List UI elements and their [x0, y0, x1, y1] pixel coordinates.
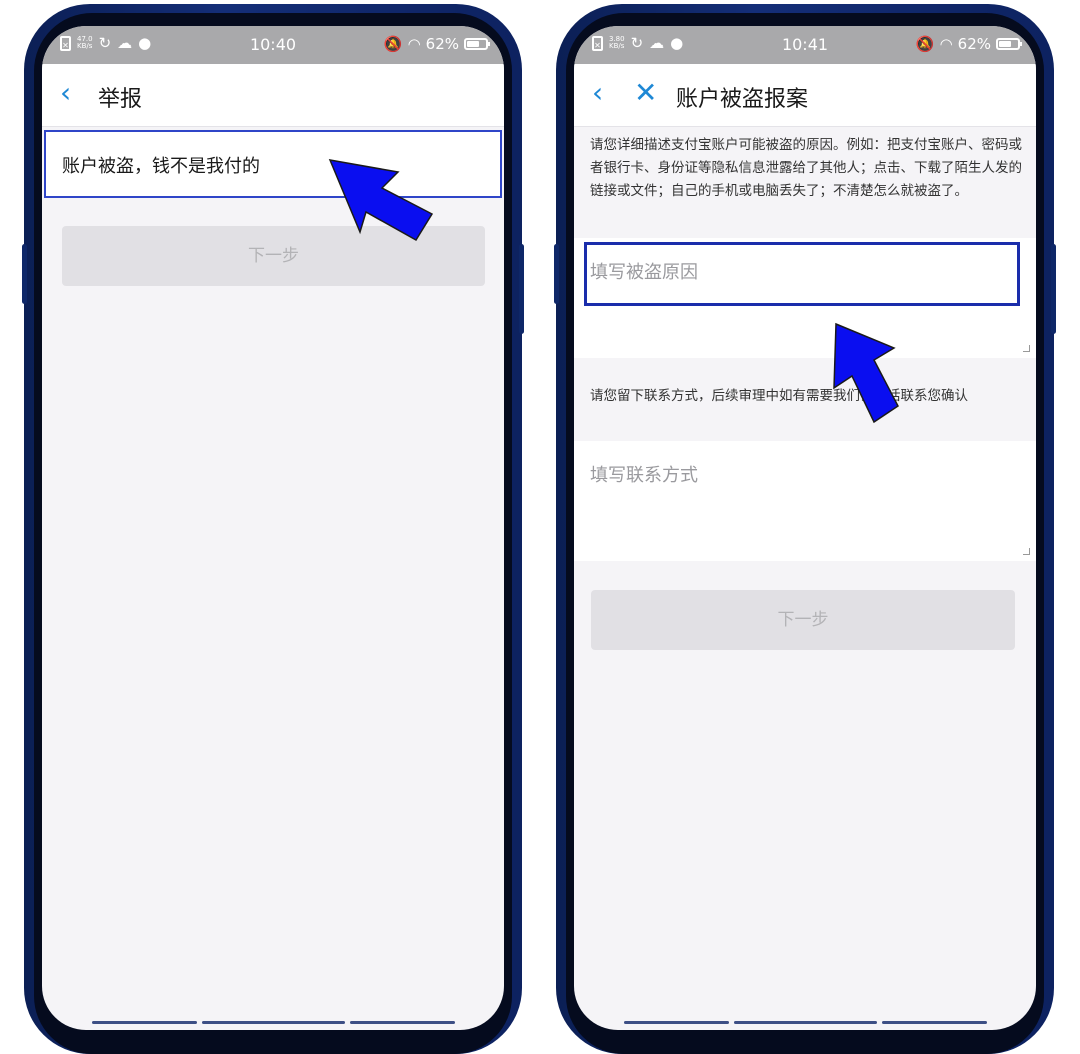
- volume-button: [22, 244, 27, 304]
- back-icon[interactable]: ‹: [592, 78, 603, 108]
- report-option-label: 账户被盗，钱不是我付的: [62, 156, 260, 177]
- nav-bar: ‹ 举报: [42, 64, 504, 127]
- reason-description: 请您详细描述支付宝账户可能被盗的原因。例如：把支付宝账户、密码或者银行卡、身份证…: [590, 137, 1022, 199]
- contact-description: 请您留下联系方式，后续审理中如有需要我们会电话联系您确认: [590, 388, 968, 404]
- gesture-bar: [92, 1021, 197, 1024]
- status-bar: ✕ 47.0 KB/s ↻ ☁ ● 10:40 🔕 ◠ 62%: [42, 26, 504, 64]
- nav-bar: ‹ ✕ 账户被盗报案: [574, 64, 1036, 127]
- page-title: 账户被盗报案: [676, 87, 809, 112]
- annotation-arrow-icon: [833, 322, 899, 424]
- phone-frame-right: ✕ 3.80 KB/s ↻ ☁ ● 10:41 🔕 ◠ 62% ‹ ✕ 账户被盗…: [554, 4, 1056, 1054]
- next-button[interactable]: 下一步: [591, 590, 1015, 650]
- wifi-icon: ◠: [939, 35, 953, 53]
- reason-highlight: [584, 242, 1020, 306]
- power-button: [1051, 244, 1056, 334]
- contact-placeholder: 填写联系方式: [590, 465, 698, 486]
- battery-icon: [996, 38, 1022, 50]
- annotation-arrow-icon: [328, 159, 434, 242]
- gesture-bar: [350, 1021, 455, 1024]
- resize-handle-icon[interactable]: [1023, 548, 1030, 555]
- page-title: 举报: [98, 87, 143, 112]
- battery-icon: [464, 38, 490, 50]
- gesture-bar: [734, 1021, 877, 1024]
- gesture-bar: [624, 1021, 729, 1024]
- status-bar: ✕ 3.80 KB/s ↻ ☁ ● 10:41 🔕 ◠ 62%: [574, 26, 1036, 64]
- mute-icon: 🔕: [915, 35, 935, 53]
- volume-button: [554, 244, 559, 304]
- gesture-bar: [202, 1021, 345, 1024]
- screen-account-theft-report: ✕ 3.80 KB/s ↻ ☁ ● 10:41 🔕 ◠ 62% ‹ ✕ 账户被盗…: [574, 26, 1036, 1030]
- battery-percent: 62%: [425, 35, 459, 53]
- mute-icon: 🔕: [383, 35, 403, 53]
- close-icon[interactable]: ✕: [634, 78, 657, 108]
- wifi-icon: ◠: [407, 35, 421, 53]
- back-icon[interactable]: ‹: [60, 78, 71, 108]
- resize-handle-icon[interactable]: [1023, 345, 1030, 352]
- contact-textarea[interactable]: 填写联系方式: [574, 441, 1036, 561]
- gesture-bar: [882, 1021, 987, 1024]
- power-button: [519, 244, 524, 334]
- phone-frame-left: ✕ 47.0 KB/s ↻ ☁ ● 10:40 🔕 ◠ 62% ‹ 举报 账户被…: [22, 4, 524, 1054]
- battery-percent: 62%: [957, 35, 991, 53]
